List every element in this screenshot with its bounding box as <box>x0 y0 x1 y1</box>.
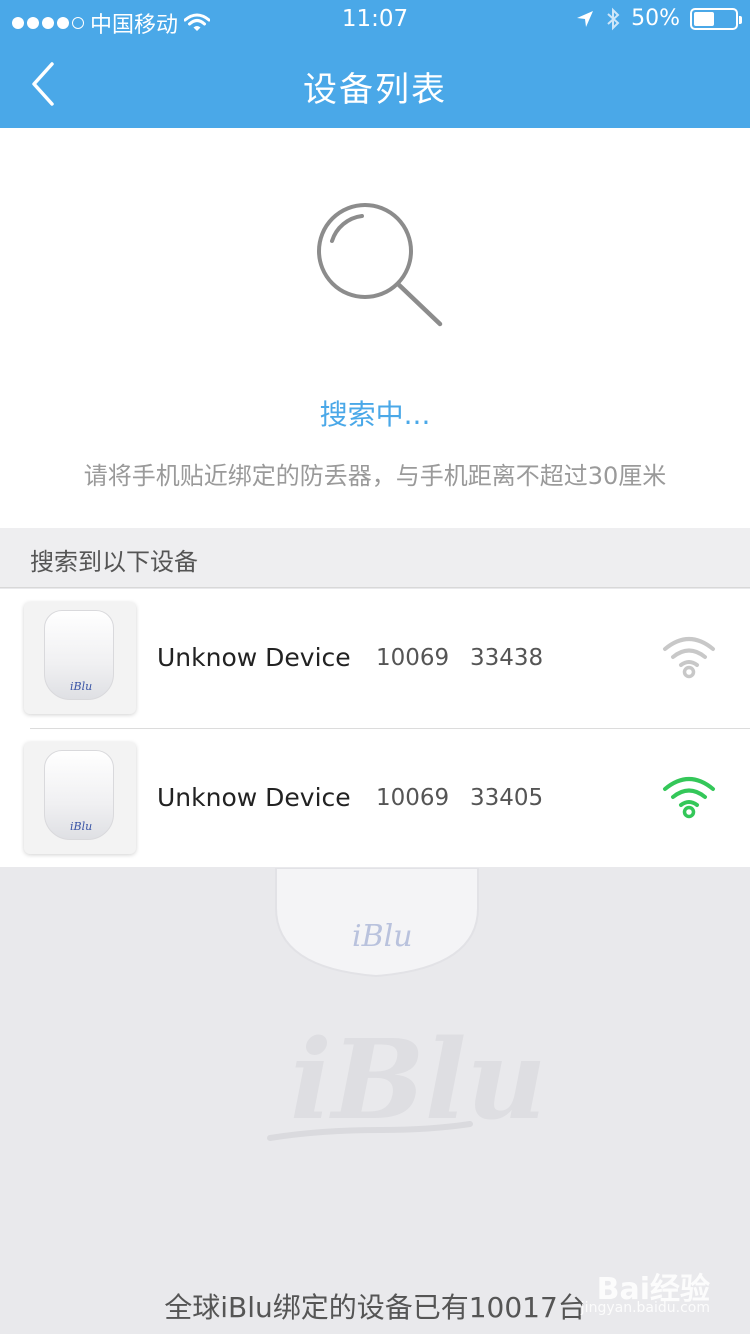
brand-logo: iBlu <box>70 820 93 833</box>
brand-watermark-logo: iBlu <box>267 1015 547 1144</box>
page-title: 设备列表 <box>303 70 447 110</box>
search-hint: 请将手机贴近绑定的防丢器，与手机距离不超过30厘米 <box>83 462 667 490</box>
device-id-major: 10069 <box>376 645 450 671</box>
section-header: 搜索到以下设备 <box>0 528 750 588</box>
device-row[interactable]: iBlu Unknow Device 10069 33438 <box>0 589 750 728</box>
battery-percent: 50% <box>631 6 680 31</box>
brand-logo: iBlu <box>70 680 93 693</box>
wifi-signal-icon <box>663 777 715 819</box>
svg-text:iBlu: iBlu <box>290 1015 547 1144</box>
status-right: 50% <box>575 6 742 31</box>
navbar: 设备列表 <box>0 40 750 128</box>
device-id-minor: 33438 <box>470 645 544 671</box>
device-thumbnail: iBlu <box>24 742 136 854</box>
brand-logo: iBlu <box>352 919 413 954</box>
device-name: Unknow Device <box>157 783 351 812</box>
header-bar: 中国移动 11:07 50% 设备列表 <box>0 0 750 128</box>
search-status: 搜索中... <box>319 398 431 431</box>
bluetooth-icon <box>607 7 620 30</box>
battery-icon <box>690 7 742 30</box>
device-id-major: 10069 <box>376 785 450 811</box>
device-row[interactable]: iBlu Unknow Device 10069 33405 <box>24 728 750 867</box>
search-icon <box>317 203 443 327</box>
device-thumbnail: iBlu <box>24 602 136 714</box>
device-name: Unknow Device <box>157 643 351 672</box>
watermark-url: jingyan.baidu.com <box>580 1300 710 1316</box>
wifi-signal-icon <box>663 637 715 679</box>
search-panel: 搜索中... 请将手机贴近绑定的防丢器，与手机距离不超过30厘米 <box>0 128 750 528</box>
status-bar: 中国移动 11:07 50% <box>0 0 750 40</box>
location-arrow-icon <box>577 10 594 27</box>
device-list: iBlu Unknow Device 10069 33438 iBlu Unkn… <box>0 589 750 867</box>
battery-fill <box>694 11 714 26</box>
device-id-minor: 33405 <box>470 785 544 811</box>
